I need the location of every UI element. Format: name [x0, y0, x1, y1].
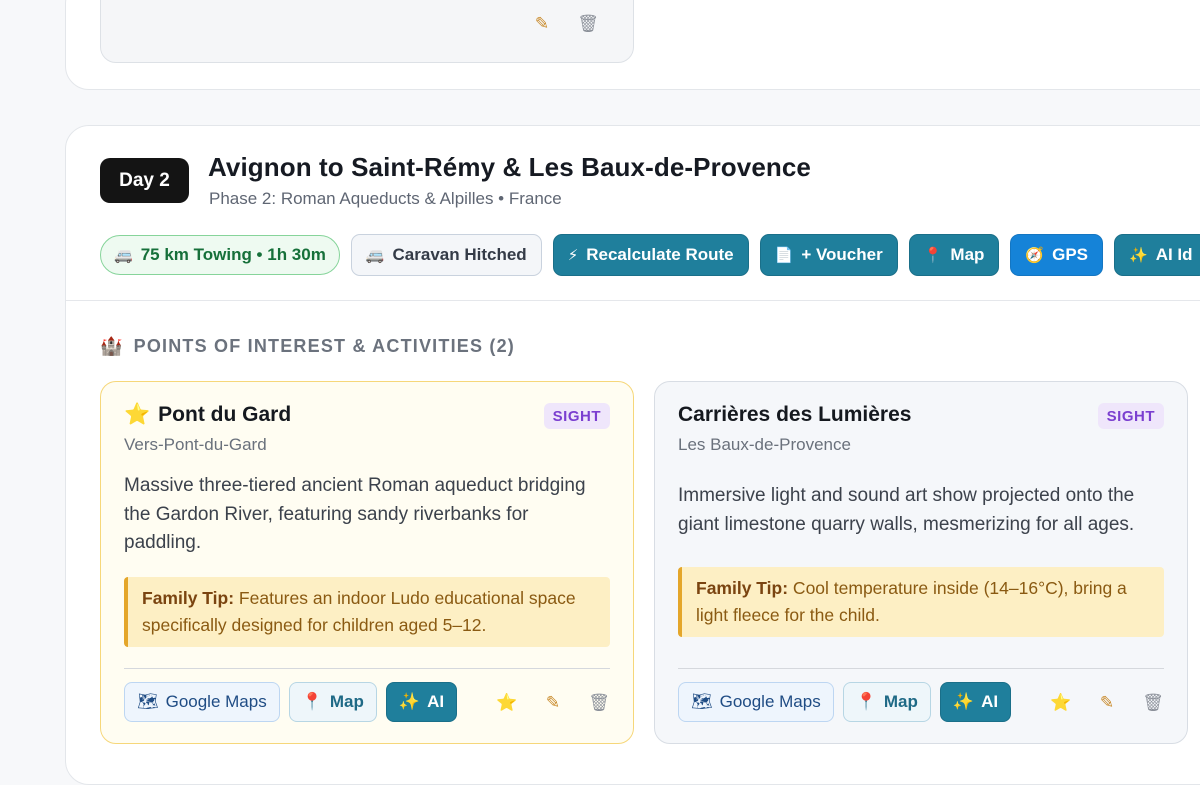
pencil-icon[interactable]: ✎: [531, 12, 553, 34]
map-icon: 🗺: [691, 692, 713, 711]
day-action-chips: 🚐 75 km Towing • 1h 30m 🚐 Caravan Hitche…: [100, 234, 1200, 276]
recalculate-route-button[interactable]: ⚡ Recalculate Route: [552, 234, 749, 276]
day-badge: Day 2: [100, 158, 189, 203]
ai-label: AI: [427, 692, 445, 711]
pencil-icon[interactable]: ✎: [542, 691, 564, 713]
day-card: Day 2 Avignon to Saint-Rémy & Les Baux-d…: [65, 125, 1200, 785]
previous-poi-card: ✎ 🗑: [100, 0, 634, 63]
map-label: Map: [950, 245, 985, 264]
lightning-icon: ⚡: [567, 247, 579, 264]
ai-label: AI: [981, 692, 999, 711]
document-icon: 📄: [774, 247, 794, 264]
poi-location: Les Baux-de-Provence: [678, 435, 851, 454]
map-icon: 🗺: [137, 692, 159, 711]
ai-button[interactable]: ✨ AI: [939, 682, 1012, 722]
poi-card: ⭐ Pont du Gard SIGHT Vers-Pont-du-Gard M…: [100, 381, 634, 744]
map-label: Map: [883, 692, 918, 711]
category-tag: SIGHT: [543, 403, 610, 429]
poi-section-heading: 🏰 POINTS OF INTEREST & ACTIVITIES (2): [100, 336, 515, 357]
poi-name: Carrières des Lumières: [678, 403, 911, 427]
poi-location: Vers-Pont-du-Gard: [124, 435, 267, 454]
google-maps-button[interactable]: 🗺 Google Maps: [678, 682, 834, 722]
poi-description: Immersive light and sound art show proje…: [678, 485, 1135, 535]
castle-icon: 🏰: [100, 336, 124, 356]
google-maps-button[interactable]: 🗺 Google Maps: [124, 682, 280, 722]
poi-section-title: POINTS OF INTEREST & ACTIVITIES (2): [133, 336, 515, 356]
previous-day-card: ✎ 🗑: [65, 0, 1200, 90]
poi-description: Massive three-tiered ancient Roman aqued…: [124, 475, 586, 553]
poi-name: ⭐ Pont du Gard: [124, 403, 291, 427]
sparkle-icon: ✨: [398, 692, 421, 711]
day-title: Avignon to Saint-Rémy & Les Baux-de-Prov…: [208, 152, 811, 182]
poi-name-text: Carrières des Lumières: [678, 403, 912, 426]
ai-button[interactable]: ✨ AI: [385, 682, 458, 722]
poi-name-text: Pont du Gard: [158, 403, 292, 426]
map-label: Map: [329, 692, 364, 711]
caravan-hitched-label: Caravan Hitched: [392, 245, 527, 264]
category-tag: SIGHT: [1097, 403, 1164, 429]
add-voucher-label: + Voucher: [801, 245, 883, 264]
towing-label: 75 km Towing • 1h 30m: [140, 245, 326, 264]
family-tip: Family Tip: Cool temperature inside (14–…: [678, 567, 1164, 637]
pin-icon: 📍: [923, 247, 943, 264]
favorite-star-icon[interactable]: ⭐: [1050, 691, 1072, 713]
poi-card: Carrières des Lumières SIGHT Les Baux-de…: [654, 381, 1188, 744]
ai-ideas-label: AI Id: [1155, 245, 1193, 264]
gps-button[interactable]: 🧭 GPS: [1010, 234, 1103, 276]
gps-label: GPS: [1052, 245, 1088, 264]
add-voucher-button[interactable]: 📄 + Voucher: [759, 234, 898, 276]
towing-distance-chip: 🚐 75 km Towing • 1h 30m: [100, 235, 340, 275]
caravan-icon: 🚐: [114, 247, 133, 264]
map-button[interactable]: 📍 Map: [842, 682, 931, 722]
trash-icon[interactable]: 🗑: [577, 12, 599, 34]
family-tip: Family Tip: Features an indoor Ludo educ…: [124, 577, 610, 647]
map-button[interactable]: 📍 Map: [288, 682, 377, 722]
map-button[interactable]: 📍 Map: [908, 234, 1000, 276]
divider: [66, 300, 1200, 301]
recalculate-route-label: Recalculate Route: [586, 245, 734, 264]
favorite-star-icon[interactable]: ⭐: [496, 691, 518, 713]
divider: [124, 668, 610, 669]
sparkle-icon: ✨: [1129, 247, 1148, 264]
divider: [678, 668, 1164, 669]
sparkle-icon: ✨: [952, 692, 975, 711]
caravan-icon: 🚐: [365, 247, 385, 264]
star-icon: ⭐: [124, 403, 151, 426]
trash-icon[interactable]: 🗑: [1142, 691, 1164, 713]
caravan-hitched-button[interactable]: 🚐 Caravan Hitched: [350, 234, 542, 276]
pin-icon: 📍: [855, 692, 877, 711]
family-tip-label: Family Tip:: [696, 578, 789, 598]
google-maps-label: Google Maps: [719, 692, 821, 711]
pencil-icon[interactable]: ✎: [1096, 691, 1118, 713]
trash-icon[interactable]: 🗑: [588, 691, 610, 713]
google-maps-label: Google Maps: [165, 692, 267, 711]
ai-ideas-button[interactable]: ✨ AI Id: [1114, 234, 1200, 276]
compass-icon: 🧭: [1025, 247, 1045, 264]
day-subtitle: Phase 2: Roman Aqueducts & Alpilles • Fr…: [209, 189, 562, 208]
pin-icon: 📍: [301, 692, 323, 711]
family-tip-label: Family Tip:: [142, 588, 235, 608]
